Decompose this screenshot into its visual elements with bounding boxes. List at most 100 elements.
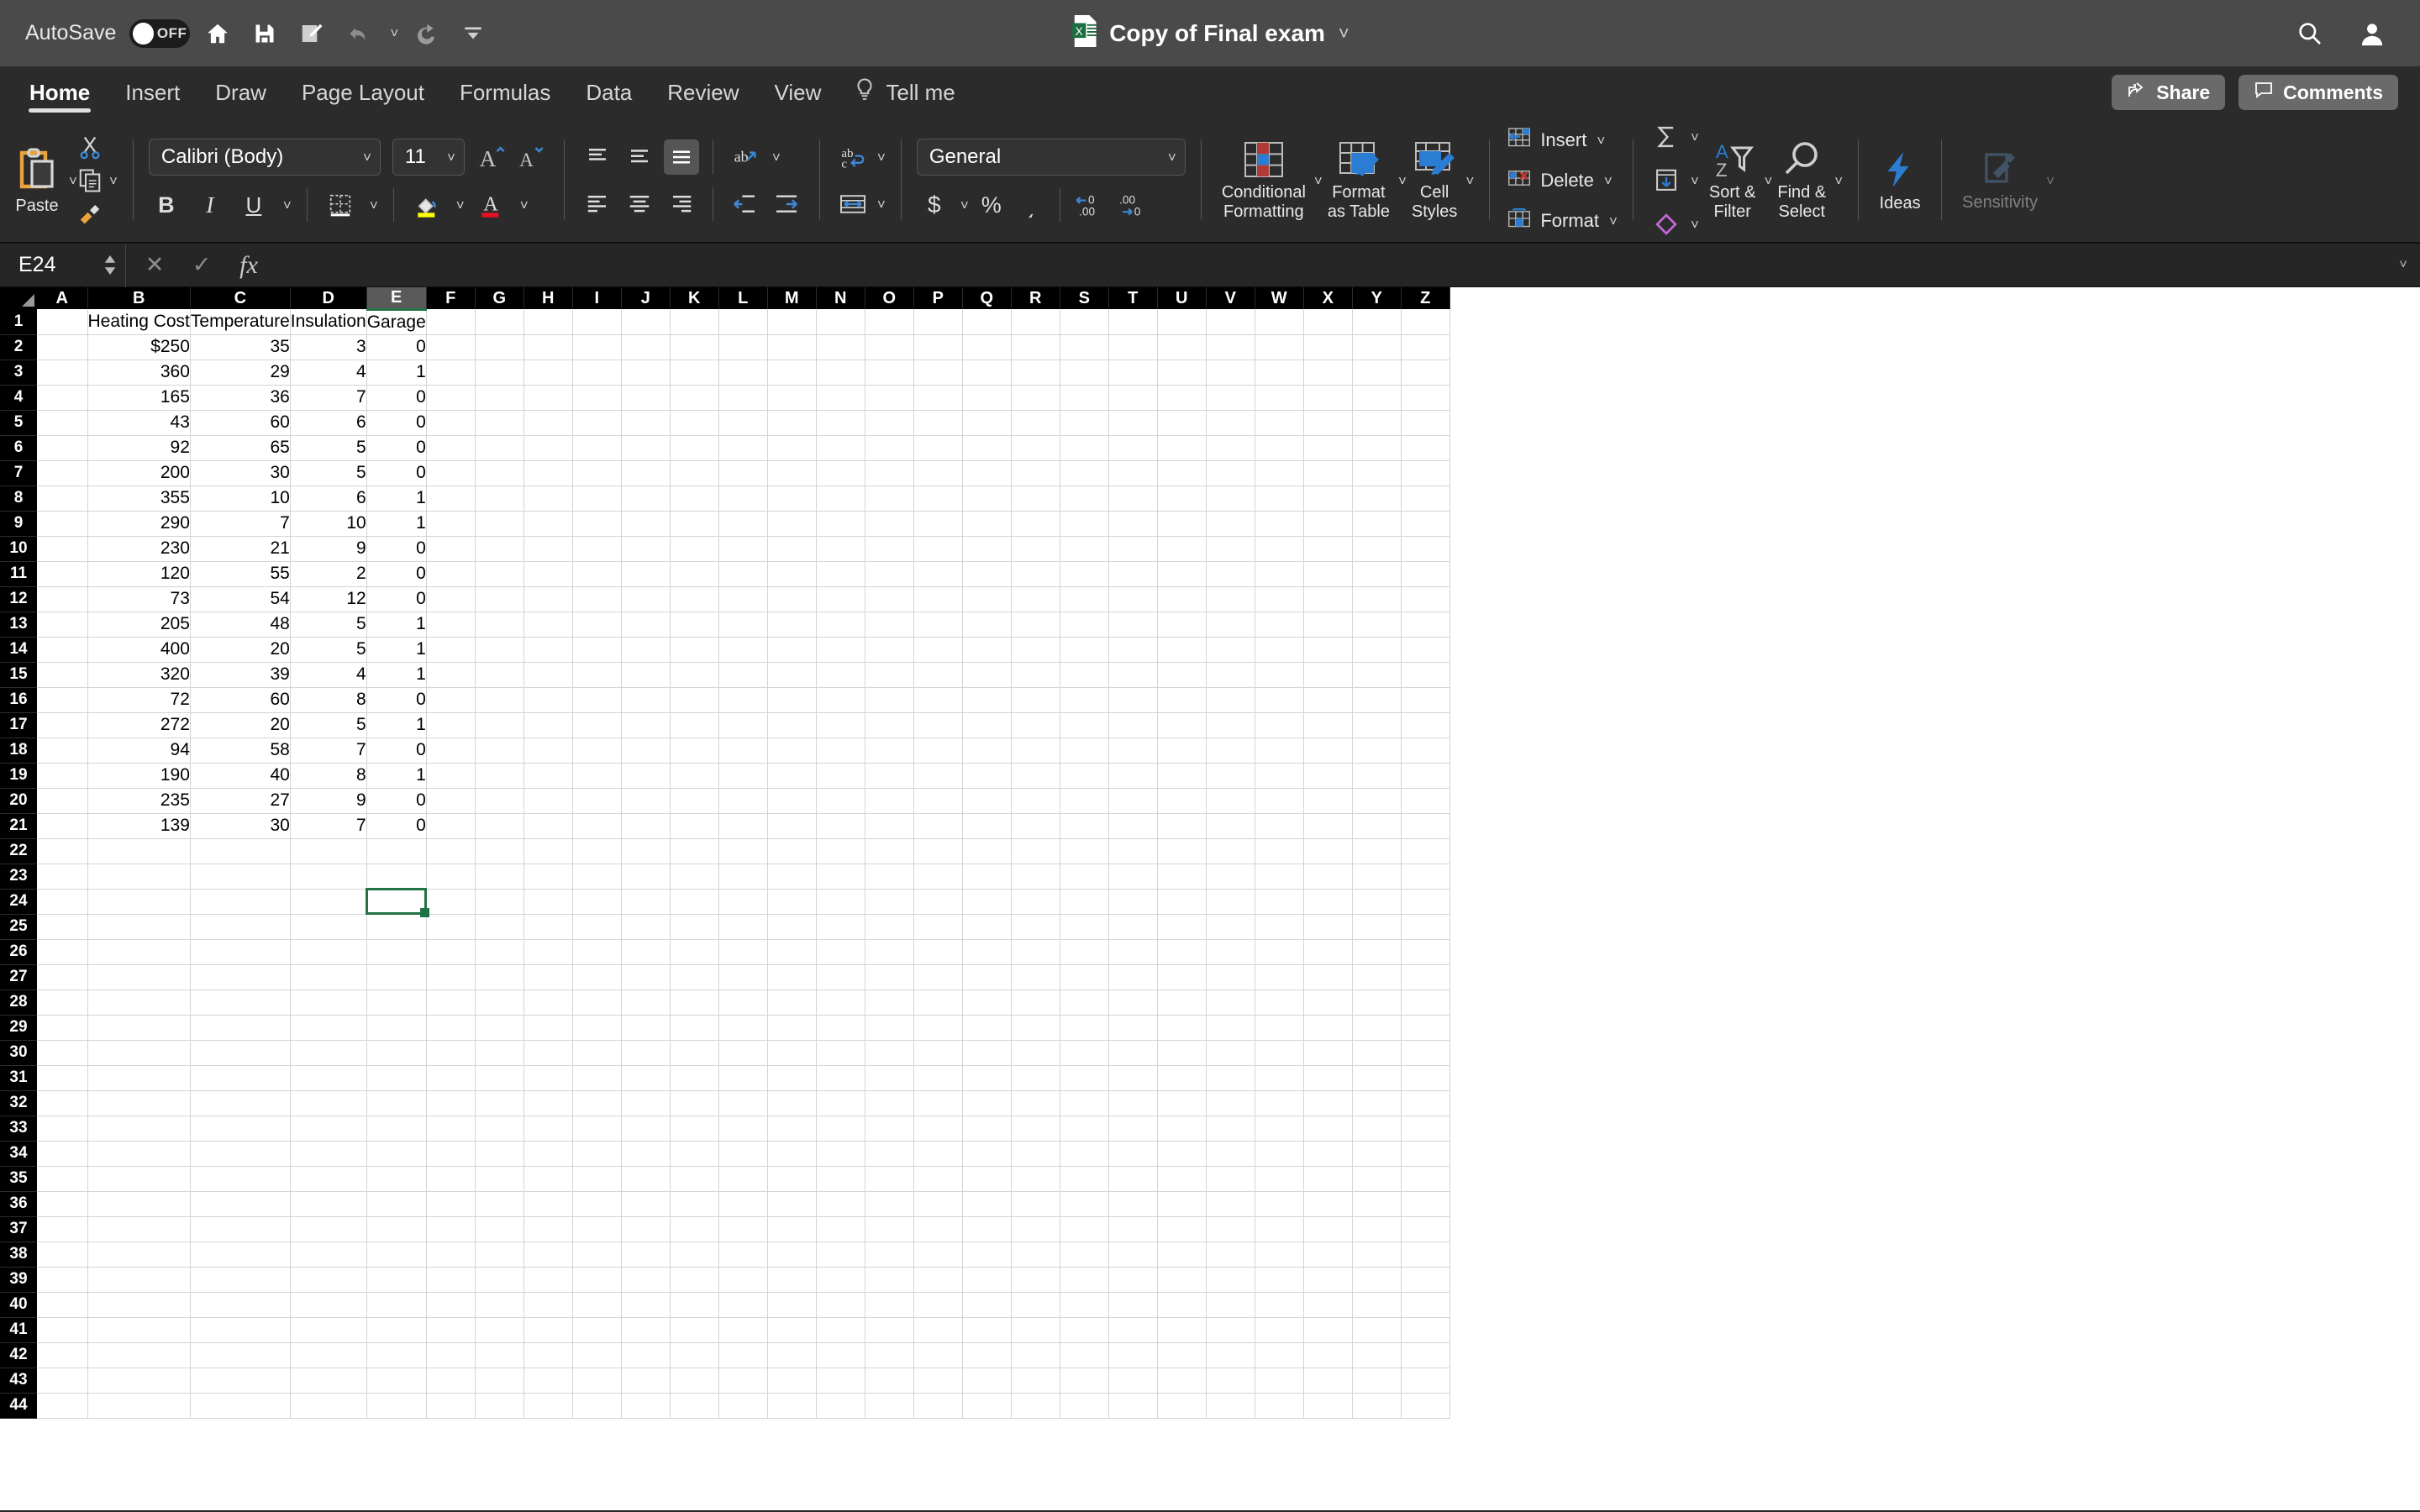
cell-S35[interactable] xyxy=(1060,1166,1109,1192)
cell-C40[interactable] xyxy=(190,1292,291,1318)
cell-G40[interactable] xyxy=(475,1292,524,1318)
cell-D22[interactable] xyxy=(290,838,367,864)
cell-T7[interactable] xyxy=(1108,460,1158,486)
cell-E36[interactable] xyxy=(366,1191,427,1217)
cell-H8[interactable] xyxy=(523,486,573,512)
row-header-42[interactable]: 42 xyxy=(0,1342,37,1368)
cell-B16[interactable]: 72 xyxy=(87,687,191,713)
row-header-44[interactable]: 44 xyxy=(0,1393,37,1419)
cell-W1[interactable] xyxy=(1255,309,1304,335)
row-header-35[interactable]: 35 xyxy=(0,1166,37,1192)
cell-D17[interactable]: 5 xyxy=(290,712,367,738)
cell-P25[interactable] xyxy=(913,914,963,940)
cell-F38[interactable] xyxy=(426,1242,476,1268)
cell-L18[interactable] xyxy=(718,738,768,764)
cell-A21[interactable] xyxy=(37,813,88,839)
cell-O19[interactable] xyxy=(865,763,914,789)
cell-K37[interactable] xyxy=(670,1216,719,1242)
cell-V28[interactable] xyxy=(1206,990,1255,1016)
cell-D3[interactable]: 4 xyxy=(290,360,367,386)
row-header-20[interactable]: 20 xyxy=(0,788,37,814)
cell-M24[interactable] xyxy=(767,889,817,915)
clear-chevron-down-icon[interactable]: ˅ xyxy=(1691,218,1699,232)
cell-S30[interactable] xyxy=(1060,1040,1109,1066)
undo-chevron-down-icon[interactable]: ˅ xyxy=(390,26,398,40)
cell-P21[interactable] xyxy=(913,813,963,839)
cell-X9[interactable] xyxy=(1303,511,1353,537)
cell-U35[interactable] xyxy=(1157,1166,1207,1192)
cell-C8[interactable]: 10 xyxy=(190,486,291,512)
cell-M2[interactable] xyxy=(767,334,817,360)
cell-P32[interactable] xyxy=(913,1090,963,1116)
cell-L2[interactable] xyxy=(718,334,768,360)
cell-M5[interactable] xyxy=(767,410,817,436)
cell-A38[interactable] xyxy=(37,1242,88,1268)
cell-K28[interactable] xyxy=(670,990,719,1016)
cell-Q8[interactable] xyxy=(962,486,1012,512)
row-header-7[interactable]: 7 xyxy=(0,460,37,486)
cell-O26[interactable] xyxy=(865,939,914,965)
cell-T23[interactable] xyxy=(1108,864,1158,890)
column-header-u[interactable]: U xyxy=(1157,287,1207,309)
cell-X7[interactable] xyxy=(1303,460,1353,486)
cell-X43[interactable] xyxy=(1303,1368,1353,1394)
cell-A32[interactable] xyxy=(37,1090,88,1116)
format-painter-icon[interactable] xyxy=(77,201,103,226)
cell-Z8[interactable] xyxy=(1401,486,1450,512)
cell-H40[interactable] xyxy=(523,1292,573,1318)
cell-D43[interactable] xyxy=(290,1368,367,1394)
cell-R37[interactable] xyxy=(1011,1216,1060,1242)
cell-H30[interactable] xyxy=(523,1040,573,1066)
cell-N11[interactable] xyxy=(816,561,865,587)
cell-M11[interactable] xyxy=(767,561,817,587)
cell-N21[interactable] xyxy=(816,813,865,839)
cell-O4[interactable] xyxy=(865,385,914,411)
cell-R40[interactable] xyxy=(1011,1292,1060,1318)
cell-H44[interactable] xyxy=(523,1393,573,1419)
cell-J14[interactable] xyxy=(621,637,671,663)
tab-page-layout[interactable]: Page Layout xyxy=(284,67,442,118)
cell-R11[interactable] xyxy=(1011,561,1060,587)
column-header-i[interactable]: I xyxy=(572,287,622,309)
select-all-corner[interactable] xyxy=(0,287,37,309)
cell-S27[interactable] xyxy=(1060,964,1109,990)
cell-I2[interactable] xyxy=(572,334,622,360)
cell-M28[interactable] xyxy=(767,990,817,1016)
cell-O30[interactable] xyxy=(865,1040,914,1066)
cell-F34[interactable] xyxy=(426,1141,476,1167)
cell-V1[interactable] xyxy=(1206,309,1255,335)
cell-D30[interactable] xyxy=(290,1040,367,1066)
cell-E22[interactable] xyxy=(366,838,427,864)
cell-W22[interactable] xyxy=(1255,838,1304,864)
cell-Q12[interactable] xyxy=(962,586,1012,612)
cell-C23[interactable] xyxy=(190,864,291,890)
cell-V25[interactable] xyxy=(1206,914,1255,940)
cell-K29[interactable] xyxy=(670,1015,719,1041)
cell-T3[interactable] xyxy=(1108,360,1158,386)
cell-C36[interactable] xyxy=(190,1191,291,1217)
cell-B44[interactable] xyxy=(87,1393,191,1419)
cell-A5[interactable] xyxy=(37,410,88,436)
cell-C37[interactable] xyxy=(190,1216,291,1242)
cell-K5[interactable] xyxy=(670,410,719,436)
cell-T9[interactable] xyxy=(1108,511,1158,537)
cell-P2[interactable] xyxy=(913,334,963,360)
cell-O23[interactable] xyxy=(865,864,914,890)
cell-X42[interactable] xyxy=(1303,1342,1353,1368)
cell-W29[interactable] xyxy=(1255,1015,1304,1041)
cell-X36[interactable] xyxy=(1303,1191,1353,1217)
cell-M7[interactable] xyxy=(767,460,817,486)
cell-P3[interactable] xyxy=(913,360,963,386)
cell-G4[interactable] xyxy=(475,385,524,411)
cell-R36[interactable] xyxy=(1011,1191,1060,1217)
cell-S1[interactable] xyxy=(1060,309,1109,335)
share-button[interactable]: Share xyxy=(2112,75,2226,110)
cell-U17[interactable] xyxy=(1157,712,1207,738)
cell-W12[interactable] xyxy=(1255,586,1304,612)
tab-insert[interactable]: Insert xyxy=(108,67,197,118)
cell-Z35[interactable] xyxy=(1401,1166,1450,1192)
cell-T43[interactable] xyxy=(1108,1368,1158,1394)
cell-K21[interactable] xyxy=(670,813,719,839)
cell-O7[interactable] xyxy=(865,460,914,486)
cell-A13[interactable] xyxy=(37,612,88,638)
